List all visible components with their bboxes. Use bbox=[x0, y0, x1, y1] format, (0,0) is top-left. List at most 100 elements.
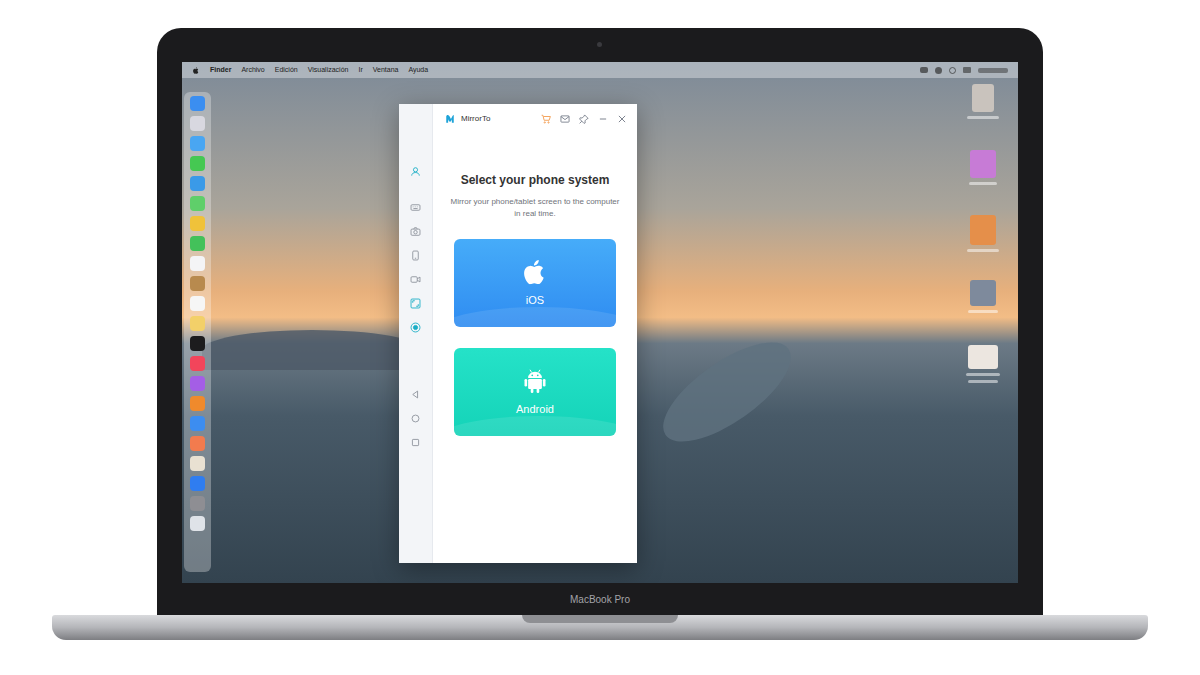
sidebar-icon-shape bbox=[410, 250, 421, 261]
sidebar-section bbox=[409, 387, 423, 449]
content: Select your phone system Mirror your pho… bbox=[433, 133, 637, 436]
dock-app-icon[interactable] bbox=[190, 156, 205, 171]
camera-icon[interactable] bbox=[409, 224, 423, 238]
dock bbox=[184, 92, 211, 572]
dock-app-icon[interactable] bbox=[190, 276, 205, 291]
title-bar: MirrorTo bbox=[433, 104, 637, 133]
dock-app-icon[interactable] bbox=[190, 296, 205, 311]
sidebar-icon-shape bbox=[410, 274, 421, 285]
menu-item[interactable]: Ayuda bbox=[408, 65, 428, 76]
minimize-icon[interactable] bbox=[598, 114, 608, 124]
fullscreen-icon[interactable] bbox=[409, 296, 423, 310]
desktop-file-icon[interactable] bbox=[965, 84, 1001, 119]
cart-icon[interactable] bbox=[541, 114, 551, 124]
dock-app-icon[interactable] bbox=[190, 316, 205, 331]
dock-app-icon[interactable] bbox=[190, 136, 205, 151]
sidebar-icon-shape bbox=[410, 298, 421, 309]
dock-app-icon[interactable] bbox=[190, 196, 205, 211]
dock-app-icon[interactable] bbox=[190, 116, 205, 131]
home-icon[interactable] bbox=[409, 411, 423, 425]
sidebar-icon-shape bbox=[410, 413, 421, 424]
dock-app-icon[interactable] bbox=[190, 176, 205, 191]
sidebar-icon-shape bbox=[410, 166, 421, 177]
status-icon[interactable] bbox=[978, 68, 1008, 73]
sidebar bbox=[399, 104, 433, 563]
heading: Select your phone system bbox=[461, 171, 610, 189]
menu-item[interactable]: Finder bbox=[210, 65, 231, 76]
base-notch bbox=[522, 615, 678, 623]
pin-icon[interactable] bbox=[579, 114, 589, 124]
dock-app-icon[interactable] bbox=[190, 356, 205, 371]
bezel-chin: MacBook Pro bbox=[570, 583, 630, 615]
dock-app-icon[interactable] bbox=[190, 436, 205, 451]
window-title: MirrorTo bbox=[461, 113, 490, 125]
dock-app-icon[interactable] bbox=[190, 256, 205, 271]
dock-app-icon[interactable] bbox=[190, 416, 205, 431]
desktop-screen: Finder Archivo Edición Visualización Ir Venta… bbox=[182, 62, 1018, 583]
sidebar-icon-shape bbox=[410, 202, 421, 213]
system-options: iOS Android bbox=[454, 239, 616, 436]
dock-app-icon[interactable] bbox=[190, 476, 205, 491]
dock-app-icon[interactable] bbox=[190, 376, 205, 391]
video-icon[interactable] bbox=[409, 272, 423, 286]
mail-icon[interactable] bbox=[560, 114, 570, 124]
option-label: iOS bbox=[526, 292, 544, 309]
menu-item[interactable]: Visualización bbox=[308, 65, 349, 76]
menu-items: Finder Archivo Edición Visualización Ir Venta… bbox=[210, 65, 428, 76]
menu-bar: Finder Archivo Edición Visualización Ir Venta… bbox=[182, 62, 1018, 78]
user-icon[interactable] bbox=[409, 164, 423, 178]
wallpaper-board bbox=[648, 324, 805, 459]
close-icon[interactable] bbox=[617, 114, 627, 124]
status-icon[interactable] bbox=[949, 67, 956, 74]
status-icon[interactable] bbox=[935, 67, 942, 74]
button-wave bbox=[454, 307, 616, 327]
apple-icon bbox=[520, 257, 550, 287]
button-wave bbox=[454, 416, 616, 436]
mirrorto-window: MirrorTo Select your phone system Mirror bbox=[399, 104, 637, 563]
sidebar-section bbox=[409, 164, 423, 178]
keyboard-icon[interactable] bbox=[409, 200, 423, 214]
mirrorto-logo-icon bbox=[445, 114, 455, 124]
dock-app-icon[interactable] bbox=[190, 496, 205, 511]
dock-app-icon[interactable] bbox=[190, 96, 205, 111]
sidebar-icon-shape bbox=[410, 226, 421, 237]
dock-app-icon[interactable] bbox=[190, 516, 205, 531]
android-icon bbox=[520, 366, 550, 396]
apple-menu-icon[interactable] bbox=[192, 66, 200, 75]
desktop-file-icon[interactable] bbox=[965, 280, 1001, 313]
status-icon[interactable] bbox=[963, 67, 971, 73]
dock-app-icon[interactable] bbox=[190, 396, 205, 411]
device-label: MacBook Pro bbox=[570, 592, 630, 607]
status-icons bbox=[920, 67, 1008, 74]
dock-app-icon[interactable] bbox=[190, 456, 205, 471]
sidebar-icon-shape bbox=[410, 322, 421, 333]
sidebar-icon-shape bbox=[410, 437, 421, 448]
laptop-bezel: Finder Archivo Edición Visualización Ir Venta… bbox=[157, 28, 1043, 615]
android-button[interactable]: Android bbox=[454, 348, 616, 436]
desktop-file-icon[interactable] bbox=[965, 345, 1001, 383]
wallpaper-mountain bbox=[202, 330, 422, 370]
back-icon[interactable] bbox=[409, 387, 423, 401]
camera-icon bbox=[597, 42, 602, 47]
subtitle: Mirror your phone/tablet screen to the c… bbox=[449, 196, 621, 220]
dock-app-icon[interactable] bbox=[190, 336, 205, 351]
record-icon[interactable] bbox=[409, 320, 423, 334]
phone-icon[interactable] bbox=[409, 248, 423, 262]
laptop-base bbox=[52, 615, 1148, 640]
sidebar-section bbox=[409, 200, 423, 334]
menu-item[interactable]: Archivo bbox=[241, 65, 264, 76]
menu-item[interactable]: Ir bbox=[358, 65, 362, 76]
sidebar-icon-shape bbox=[410, 389, 421, 400]
menu-item[interactable]: Edición bbox=[275, 65, 298, 76]
desktop-file-icon[interactable] bbox=[965, 215, 1001, 252]
status-icon[interactable] bbox=[920, 67, 928, 73]
option-label: Android bbox=[516, 401, 554, 418]
main-panel: MirrorTo Select your phone system Mirror bbox=[433, 104, 637, 563]
menu-item[interactable]: Ventana bbox=[373, 65, 399, 76]
recent-apps-icon[interactable] bbox=[409, 435, 423, 449]
laptop: Finder Archivo Edición Visualización Ir Venta… bbox=[0, 0, 1200, 640]
ios-button[interactable]: iOS bbox=[454, 239, 616, 327]
dock-app-icon[interactable] bbox=[190, 236, 205, 251]
dock-app-icon[interactable] bbox=[190, 216, 205, 231]
desktop-file-icon[interactable] bbox=[965, 150, 1001, 185]
